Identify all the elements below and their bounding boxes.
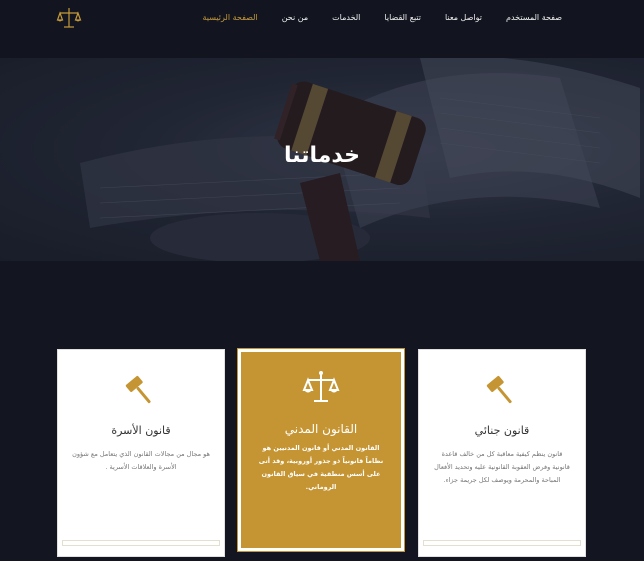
nav-services[interactable]: الخدمات [332,13,360,22]
scales-logo-icon[interactable] [56,5,82,31]
card-text: القانون المدني أو قانون المدنيين هو نظام… [258,444,384,491]
hero-banner: خدماتنا [0,58,644,261]
services-section: قانون جنائي قانون ينظم كيفية معاقبة كل م… [0,261,644,561]
service-card-criminal-law[interactable]: قانون جنائي قانون ينظم كيفية معاقبة كل م… [418,349,586,557]
main-nav: الصفحة الرئيسية من نحن الخدمات تتبع القض… [203,13,562,22]
card-title: قانون الأسرة [111,424,171,437]
card-title: القانون المدني [284,422,358,436]
card-text: قانون ينظم كيفية معاقبة كل من خالف قاعدة… [434,450,570,484]
nav-home[interactable]: الصفحة الرئيسية [203,13,258,22]
card-divider [423,540,581,546]
gavel-icon [419,372,585,416]
service-card-family-law[interactable]: قانون الأسرة هو مجال من مجالات القانون ا… [57,349,225,557]
scales-icon [241,368,401,412]
top-navbar: الصفحة الرئيسية من نحن الخدمات تتبع القض… [0,0,644,58]
nav-contact[interactable]: تواصل معنا [445,13,482,22]
nav-user-page[interactable]: صفحة المستخدم [506,13,562,22]
gavel-icon [58,372,224,416]
nav-about[interactable]: من نحن [282,13,308,22]
page-title: خدماتنا [284,143,360,168]
service-card-civil-law[interactable]: القانون المدني القانون المدني أو قانون ا… [237,348,405,552]
nav-case-tracking[interactable]: تتبع القضايا [384,13,421,22]
card-divider [62,540,220,546]
card-text: هو مجال من مجالات القانون الذي يتعامل مع… [72,450,210,471]
card-title: قانون جنائي [474,424,530,437]
